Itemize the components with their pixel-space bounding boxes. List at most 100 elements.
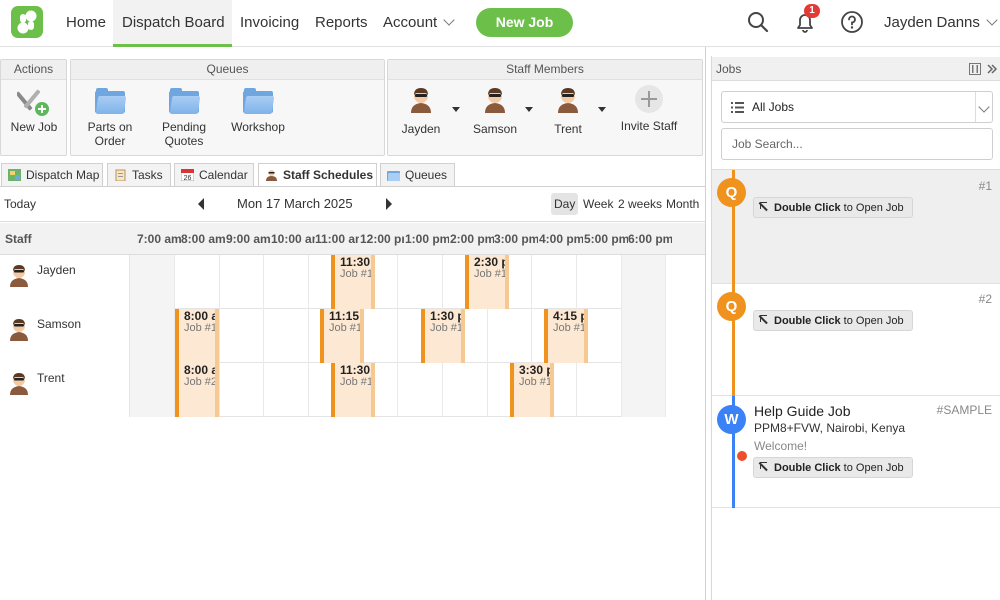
job-card[interactable]: W #SAMPLE Help Guide Job PPM8+FVW, Nairo… bbox=[712, 396, 1000, 508]
row-staff-cell: Trent bbox=[0, 363, 130, 417]
job-block[interactable]: 11:15 Job #1 bbox=[320, 309, 364, 363]
nav-home[interactable]: Home bbox=[66, 0, 106, 47]
staff-dropdown-caret[interactable] bbox=[452, 107, 460, 112]
status-dot bbox=[737, 451, 747, 461]
tab-tasks[interactable]: Tasks bbox=[107, 163, 171, 187]
time-slot bbox=[264, 255, 309, 309]
time-slot bbox=[220, 255, 264, 309]
job-block[interactable]: 3:30 p Job #1 bbox=[510, 363, 554, 417]
job-block[interactable]: 11:30 Job #1 bbox=[331, 363, 375, 417]
queues-title: Queues bbox=[71, 60, 384, 80]
search-icon[interactable] bbox=[745, 9, 771, 35]
svg-text:26: 26 bbox=[184, 175, 192, 181]
job-block[interactable]: 4:15 p Job #1 bbox=[544, 309, 588, 363]
job-number: Job #1 bbox=[553, 322, 587, 334]
staff-name: Jayden bbox=[401, 122, 441, 136]
job-number: Job #1 bbox=[340, 268, 374, 280]
job-card[interactable]: Q #1 Double Click to Open Job bbox=[712, 170, 1000, 284]
tab-queues[interactable]: Queues bbox=[380, 163, 455, 187]
invite-staff-button[interactable]: Invite Staff bbox=[614, 84, 684, 133]
folder-icon bbox=[387, 171, 400, 181]
tab-staff-schedules[interactable]: Staff Schedules bbox=[258, 163, 377, 188]
job-card-number: #2 bbox=[978, 292, 992, 306]
queue-label: Order bbox=[94, 134, 126, 148]
folder-icon bbox=[169, 88, 201, 114]
time-header: 10:00 am bbox=[271, 232, 315, 246]
job-block[interactable]: 8:00 a Job #2 bbox=[175, 363, 219, 417]
job-time: 8:00 a bbox=[184, 363, 219, 377]
queue-workshop[interactable]: Workshop bbox=[223, 84, 293, 134]
filter-separator bbox=[975, 92, 976, 122]
notification-badge: 1 bbox=[804, 4, 820, 18]
staff-avatar-icon bbox=[485, 88, 505, 113]
collapse-pane-icon[interactable] bbox=[986, 63, 998, 75]
columns-icon[interactable] bbox=[969, 63, 981, 75]
staff-name: Samson bbox=[472, 122, 518, 136]
user-name: Jayden Danns bbox=[884, 14, 980, 31]
arrow-up-left-icon bbox=[760, 462, 770, 472]
job-block[interactable]: 2:30 p Job #1 bbox=[465, 255, 509, 309]
today-button[interactable]: Today bbox=[4, 197, 36, 211]
job-block[interactable]: 8:00 a Job #1 bbox=[175, 309, 219, 363]
hint-bold: Double Click bbox=[774, 202, 841, 214]
nav-reports[interactable]: Reports bbox=[315, 0, 368, 47]
schedule-row-jayden: Jayden 11:30 Job #1 2:30 p Job #1 bbox=[0, 255, 666, 309]
staff-dropdown-caret[interactable] bbox=[525, 107, 533, 112]
job-number: Job #1 bbox=[329, 322, 363, 334]
tab-label: Dispatch Map bbox=[26, 168, 100, 182]
queue-parts-on-order[interactable]: Parts on Order bbox=[75, 84, 145, 148]
job-number: Job #2 bbox=[184, 376, 218, 388]
date-bar: Today Mon 17 March 2025 Day Week 2 weeks… bbox=[0, 187, 706, 222]
tab-dispatch-map[interactable]: Dispatch Map bbox=[1, 163, 103, 187]
row-staff-cell: Jayden bbox=[0, 255, 130, 309]
new-job-button[interactable]: New Job bbox=[476, 8, 573, 37]
next-day-arrow-icon[interactable] bbox=[386, 198, 392, 210]
staff-member-jayden[interactable]: Jayden bbox=[392, 84, 450, 136]
job-filter-select[interactable]: All Jobs bbox=[721, 91, 993, 123]
hint-rest: to Open Job bbox=[840, 315, 904, 327]
nav-account-label: Account bbox=[383, 14, 438, 31]
time-header: 7:00 am bbox=[137, 232, 181, 246]
app-logo[interactable] bbox=[11, 6, 43, 38]
nav-dispatch-board[interactable]: Dispatch Board bbox=[113, 0, 232, 47]
view-month[interactable]: Month bbox=[663, 193, 702, 215]
job-time: 3:30 p bbox=[519, 363, 554, 377]
row-staff-cell: Samson bbox=[0, 309, 130, 363]
staff-dropdown-caret[interactable] bbox=[598, 107, 606, 112]
job-number: Job #1 bbox=[184, 322, 218, 334]
view-2-weeks[interactable]: 2 weeks bbox=[615, 193, 665, 215]
previous-day-arrow-icon[interactable] bbox=[198, 198, 204, 210]
time-slot bbox=[577, 255, 622, 309]
help-icon[interactable] bbox=[839, 9, 865, 35]
job-block[interactable]: 11:30 Job #1 bbox=[331, 255, 375, 309]
tab-calendar[interactable]: 26 Calendar bbox=[174, 163, 254, 187]
arrow-up-left-icon bbox=[760, 202, 770, 212]
view-day[interactable]: Day bbox=[551, 193, 579, 215]
chevron-down-icon bbox=[978, 101, 990, 113]
new-job-tool[interactable]: New Job bbox=[3, 84, 65, 134]
staff-member-samson[interactable]: Samson bbox=[466, 84, 524, 136]
time-header: 4:00 pm bbox=[539, 232, 583, 246]
time-header: 9:00 am bbox=[226, 232, 270, 246]
clipboard-icon bbox=[115, 169, 126, 181]
view-week[interactable]: Week bbox=[580, 193, 616, 215]
job-number: Job #1 bbox=[519, 376, 553, 388]
job-time: 11:30 bbox=[340, 255, 371, 269]
pane-divider[interactable] bbox=[705, 47, 706, 600]
time-header: 3:00 pm bbox=[494, 232, 538, 246]
queue-pending-quotes[interactable]: Pending Quotes bbox=[149, 84, 219, 148]
job-number: Job #1 bbox=[340, 376, 374, 388]
nav-account[interactable]: Account bbox=[383, 0, 455, 47]
job-card-address: PPM8+FVW, Nairobi, Kenya bbox=[754, 421, 906, 435]
user-menu[interactable]: Jayden Danns bbox=[884, 0, 998, 47]
double-click-hint: Double Click to Open Job bbox=[753, 197, 913, 218]
job-block[interactable]: 1:30 p Job #1 bbox=[421, 309, 465, 363]
hint-rest: to Open Job bbox=[840, 202, 904, 214]
staff-member-trent[interactable]: Trent bbox=[539, 84, 597, 136]
job-search-input[interactable] bbox=[721, 128, 993, 160]
job-filter-value: All Jobs bbox=[752, 100, 795, 114]
time-slot bbox=[130, 363, 175, 417]
job-card[interactable]: Q #2 Double Click to Open Job bbox=[712, 284, 1000, 396]
nav-invoicing[interactable]: Invoicing bbox=[240, 0, 299, 47]
job-time: 11:15 bbox=[329, 309, 360, 323]
